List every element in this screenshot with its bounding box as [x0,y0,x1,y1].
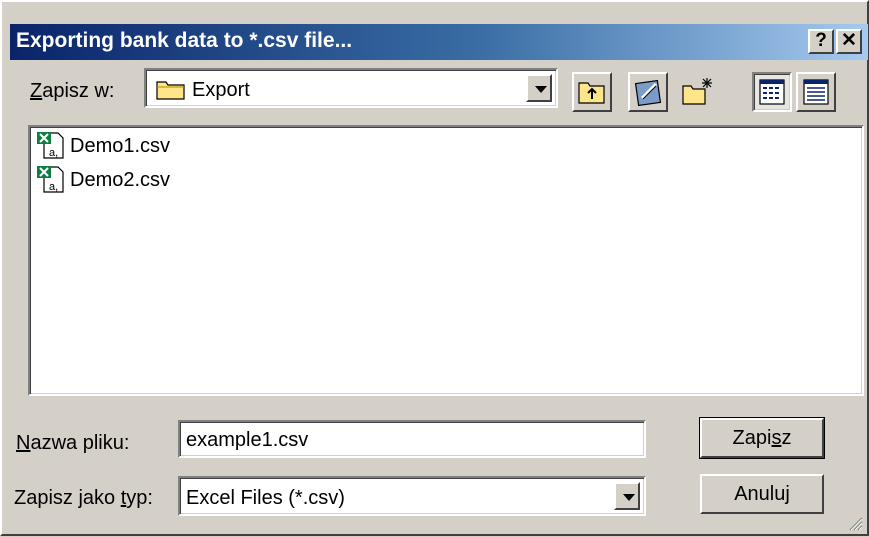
save-button[interactable]: Zapisz [699,417,825,459]
title-bar[interactable]: Exporting bank data to *.csv file... ? ✕ [10,24,868,60]
desktop-button[interactable] [628,72,668,112]
save-dialog: Exporting bank data to *.csv file... ? ✕… [0,0,869,536]
svg-text:a,: a, [49,181,58,193]
chevron-down-icon [535,86,547,93]
details-view-icon [803,79,829,111]
save-in-label: Zapisz w: [30,80,115,102]
file-type-dropdown-button[interactable] [614,482,640,510]
file-type-combo[interactable]: Excel Files (*.csv) [178,476,646,516]
file-type-label: Zapisz jako typ: [14,487,153,509]
list-view-button[interactable] [752,72,792,112]
folder-icon [156,78,186,106]
cancel-button[interactable]: Anuluj [700,474,824,514]
up-one-level-button[interactable] [572,72,612,112]
excel-csv-icon: a, [36,165,66,199]
create-new-folder-button[interactable] [678,72,718,112]
file-name-input[interactable]: example1.csv [178,420,646,458]
file-name-label: Nazwa pliku: [16,432,130,454]
file-name-value: example1.csv [186,429,309,451]
save-in-value: Export [192,79,250,101]
chevron-down-icon [623,494,635,501]
svg-text:a,: a, [49,147,58,159]
list-view-icon [759,79,785,111]
resize-grip-icon[interactable] [847,514,863,531]
file-list[interactable]: a, Demo1.csv a, Demo2.csv [28,125,864,396]
help-icon: ? [815,30,827,51]
help-button[interactable]: ? [808,29,834,54]
new-folder-icon [682,76,714,112]
dialog-title: Exporting bank data to *.csv file... [16,29,353,52]
desktop-icon [634,78,664,114]
details-view-button[interactable] [796,72,836,112]
close-button[interactable]: ✕ [836,29,862,54]
save-in-combo[interactable]: Export [144,68,558,108]
up-folder-icon [578,79,606,111]
excel-csv-icon: a, [36,131,66,165]
file-name: Demo2.csv [70,169,171,191]
file-name: Demo1.csv [70,135,171,157]
cancel-label: Anuluj [734,483,790,505]
file-type-value: Excel Files (*.csv) [186,487,345,509]
close-icon: ✕ [841,30,857,51]
save-in-dropdown-button[interactable] [526,74,552,102]
